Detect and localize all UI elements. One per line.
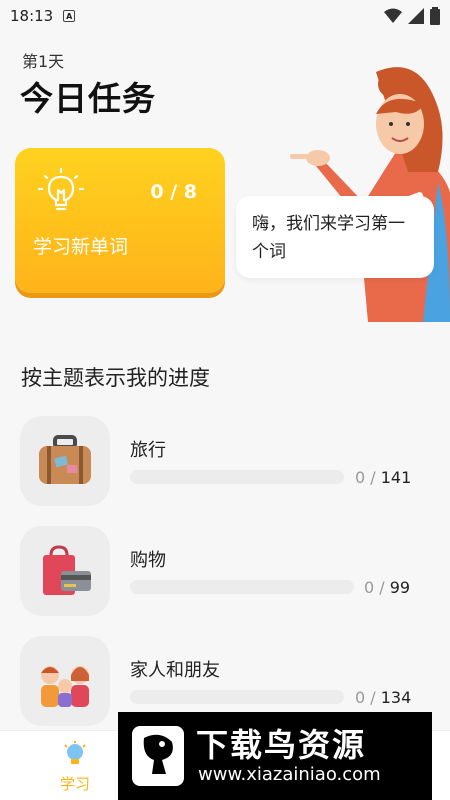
tab-learn[interactable]: 学习 [44,741,106,794]
topic-progress-text: 0 / 134 [355,688,412,707]
battery-icon [430,7,440,25]
topic-learned-count: 0 [355,688,366,707]
bird-logo-icon [132,726,184,786]
family-icon [41,666,89,707]
task-progress-count: 0 / 8 [150,181,197,203]
topic-tile [20,416,110,506]
speech-bubble: 嗨，我们来学习第一个词 [236,196,434,278]
topic-name: 旅行 [130,440,166,461]
wifi-icon [384,8,402,23]
topic-progress-text: 0 / 99 [364,578,411,597]
topic-row-travel[interactable]: 旅行 0 / 141 [0,416,450,508]
topic-total-count: 99 [389,578,411,597]
topic-total-count: 134 [380,688,412,707]
day-label: 第1天 [22,52,65,71]
tab-label: 学习 [59,775,90,793]
topic-progress-bar [130,580,354,594]
section-title: 按主题表示我的进度 [21,366,210,390]
suitcase-icon [39,435,91,484]
signal-icon [408,8,424,24]
watermark-url: www.xiazainiao.com [198,764,381,785]
shopping-bag-icon [43,545,91,595]
topic-tile [20,526,110,616]
topic-learned-count: 0 [364,578,375,597]
new-words-task-card[interactable]: 0 / 8 学习新单词 [15,148,225,293]
topic-tile [20,636,110,726]
topic-name: 购物 [130,550,166,571]
topic-learned-count: 0 [355,468,366,487]
mascot-girl-illustration [288,62,450,326]
topic-progress-text: 0 / 141 [355,468,412,487]
watermark-title: 下载鸟资源 [196,726,367,764]
page-title: 今日任务 [20,79,156,118]
task-label: 学习新单词 [33,236,129,258]
lightbulb-icon [64,741,86,764]
status-time: 18:13 [10,7,54,25]
notification-icon: A [63,10,76,22]
topic-total-count: 141 [380,468,412,487]
topic-progress-bar [130,690,344,704]
topic-progress-bar [130,470,344,484]
topic-name: 家人和朋友 [130,660,220,681]
status-bar: 18:13 A [0,0,450,32]
lightbulb-icon [37,168,85,211]
status-icons [384,7,440,25]
watermark-banner: 下载鸟资源 www.xiazainiao.com [118,712,432,800]
topic-row-shopping[interactable]: 购物 0 / 99 [0,526,450,618]
